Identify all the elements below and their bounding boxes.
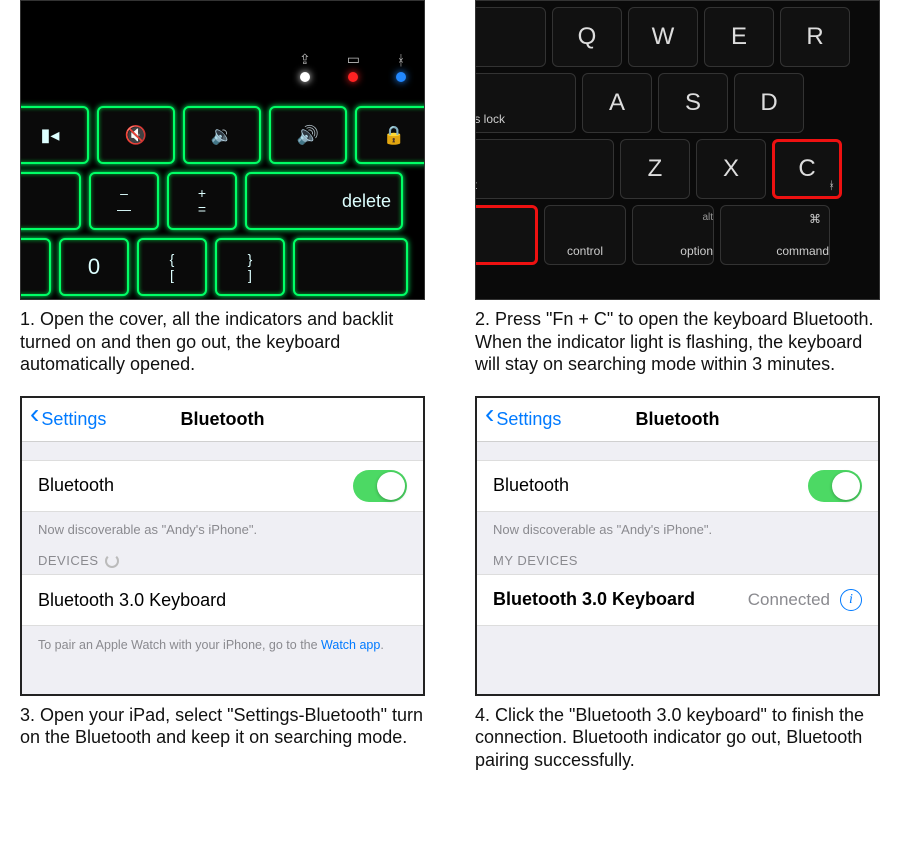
spinner-icon	[105, 554, 119, 568]
key-r: R	[780, 7, 850, 67]
caption-4: 4. Click the "Bluetooth 3.0 keyboard" to…	[475, 696, 880, 792]
back-button[interactable]: Settings	[477, 409, 561, 430]
bluetooth-toggle-row[interactable]: Bluetooth	[22, 460, 423, 512]
caption-3: 3. Open your iPad, select "Settings-Blue…	[20, 696, 425, 792]
key-option: altoption	[632, 205, 714, 265]
key-q: Q	[552, 7, 622, 67]
connected-label: Connected	[748, 590, 830, 610]
key-s: S	[658, 73, 728, 133]
key-0: 0	[59, 238, 129, 296]
watch-app-link[interactable]: Watch app	[321, 638, 380, 652]
key-z: Z	[620, 139, 690, 199]
caption-2: 2. Press "Fn + C" to open the keyboard B…	[475, 300, 880, 396]
key-e: E	[704, 7, 774, 67]
toggle-label: Bluetooth	[38, 475, 114, 496]
toggle-on[interactable]	[808, 470, 862, 502]
key-volup: 🔊	[269, 106, 347, 164]
info-icon[interactable]: i	[840, 589, 862, 611]
key-generic	[20, 172, 81, 230]
page-title: Bluetooth	[636, 409, 720, 430]
key-equals: +=	[167, 172, 237, 230]
panel-3-ios: Settings Bluetooth Bluetooth Now discove…	[20, 396, 425, 696]
panel-4-ios: Settings Bluetooth Bluetooth Now discove…	[475, 396, 880, 696]
chevron-left-icon	[30, 409, 39, 430]
key-control: control	[544, 205, 626, 265]
page-title: Bluetooth	[181, 409, 265, 430]
key-capslock: caps lock	[475, 73, 576, 133]
footer-text: To pair an Apple Watch with your iPhone,…	[22, 626, 423, 664]
key-lock: 🔒	[355, 106, 425, 164]
bluetooth-toggle-row[interactable]: Bluetooth	[477, 460, 878, 512]
key-tab: tab	[475, 7, 546, 67]
key-command: ⌘command	[720, 205, 830, 265]
bluetooth-icon: ᚼ	[397, 52, 405, 68]
section-devices: DEVICES	[22, 539, 423, 575]
key-shift: shift	[475, 139, 614, 199]
key-voldown: 🔉	[183, 106, 261, 164]
caps-icon: ⇪	[299, 51, 311, 68]
panel-1-image: ⇪ ▭ ᚼ ▮◂ 🔇 🔉 🔊 🔒 –— += delete 0 {[	[20, 0, 425, 300]
key-mute: 🔇	[97, 106, 175, 164]
caption-1: 1. Open the cover, all the indicators an…	[20, 300, 425, 396]
key-generic	[293, 238, 408, 296]
key-fn-highlight: fn	[475, 205, 538, 265]
key-generic	[20, 238, 51, 296]
key-prev: ▮◂	[20, 106, 89, 164]
bluetooth-icon: ᚼ	[828, 180, 835, 192]
key-d: D	[734, 73, 804, 133]
key-c-highlight: C ᚼ	[772, 139, 842, 199]
discoverable-text: Now discoverable as "Andy's iPhone".	[22, 512, 423, 539]
device-row-connected[interactable]: Bluetooth 3.0 Keyboard Connected i	[477, 574, 878, 626]
key-bracket-open: {[	[137, 238, 207, 296]
key-delete: delete	[245, 172, 403, 230]
key-bracket-close: }]	[215, 238, 285, 296]
panel-2-image: tab Q W E R caps lock A S D shift Z X C …	[475, 0, 880, 300]
chevron-left-icon	[485, 409, 494, 430]
key-a: A	[582, 73, 652, 133]
key-minus: –—	[89, 172, 159, 230]
back-button[interactable]: Settings	[22, 409, 106, 430]
device-row[interactable]: Bluetooth 3.0 Keyboard	[22, 574, 423, 626]
indicator-row: ⇪ ▭ ᚼ	[299, 51, 406, 82]
toggle-label: Bluetooth	[493, 475, 569, 496]
key-w: W	[628, 7, 698, 67]
key-x: X	[696, 139, 766, 199]
discoverable-text: Now discoverable as "Andy's iPhone".	[477, 512, 878, 539]
section-my-devices: MY DEVICES	[477, 539, 878, 574]
battery-icon: ▭	[347, 51, 360, 68]
toggle-on[interactable]	[353, 470, 407, 502]
